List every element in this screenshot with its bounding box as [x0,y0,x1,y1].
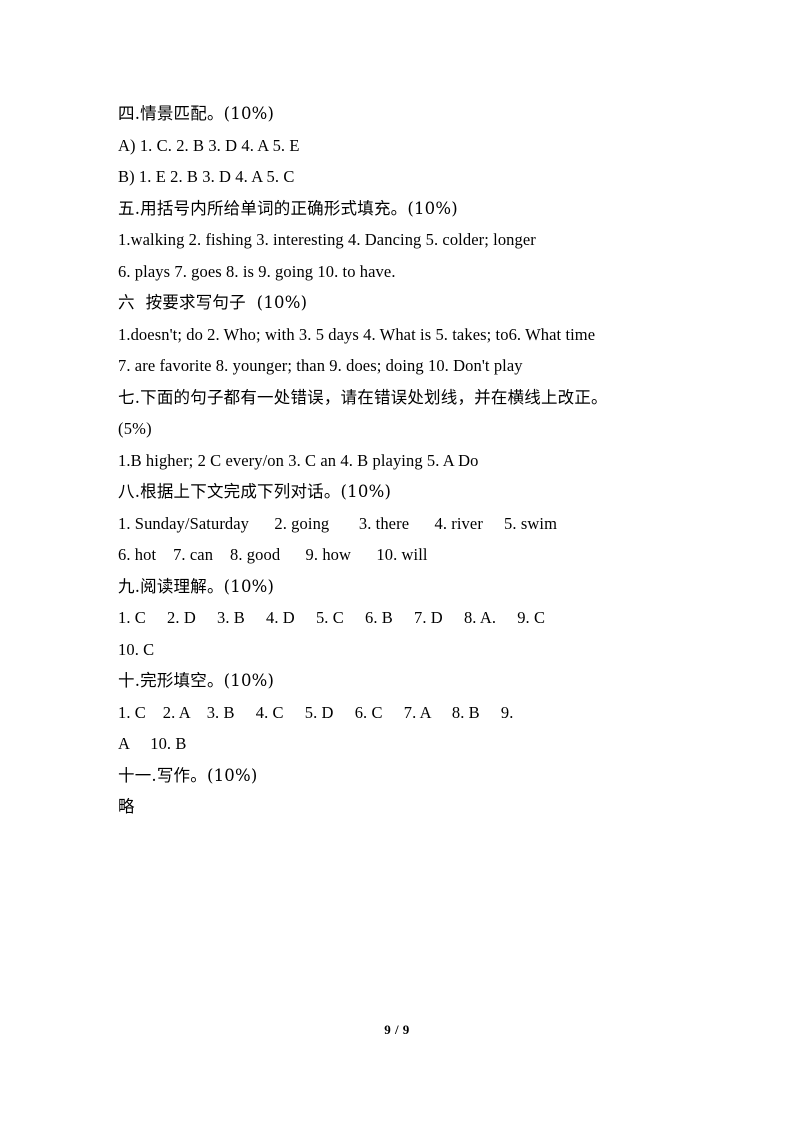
section-4-answer-line-1: A) 1. C. 2. B 3. D 4. A 5. E [118,135,300,155]
answer-key-body: 四.情景匹配。(10%) A) 1. C. 2. B 3. D 4. A 5. … [118,98,698,823]
section-4-answer-line-2: B) 1. E 2. B 3. D 4. A 5. C [118,167,295,186]
section-9-answer-line-1: 1. C 2. D 3. B 4. D 5. C 6. B 7. D 8. A.… [118,608,546,627]
section-11-answer-line-1: 略 [118,797,135,816]
section-10-answer-line-2: A 10. B [118,734,187,753]
section-7: 七.下面的句子都有一处错误，请在错误处划线，并在横线上改正。 (5%) 1.B … [118,382,698,477]
section-7-heading-continuation: (5%) [118,419,152,438]
section-6-answer-line-2: 7. are favorite 8. younger; than 9. does… [118,356,523,375]
section-9-answer-line-2: 10. C [118,639,155,659]
section-5-answer-line-2: 6. plays 7. goes 8. is 9. going 10. to h… [118,261,396,281]
section-11-heading: 十一.写作。(10%) [118,765,258,785]
section-9-heading: 九.阅读理解。(10%) [118,576,275,596]
section-10-answer-line-1: 1. C 2. A 3. B 4. C 5. D 6. C 7. A 8. B … [118,702,514,722]
section-8-answer-line-2: 6. hot 7. can 8. good 9. how 10. will [118,545,428,564]
section-4-heading: 四.情景匹配。(10%) [118,104,275,123]
section-6-answer-line-1: 1.doesn't; do 2. Who; with 3. 5 days 4. … [118,324,596,344]
section-10-heading: 十.完形填空。(10%) [118,671,275,690]
section-7-answer-line-1: 1.B higher; 2 C every/on 3. C an 4. B pl… [118,450,479,470]
section-5-heading: 五.用括号内所给单词的正确形式填充。(10%) [118,198,458,218]
section-10: 十.完形填空。(10%) 1. C 2. A 3. B 4. C 5. D 6.… [118,665,698,760]
section-8-heading: 八.根据上下文完成下列对话。(10%) [118,482,392,501]
section-9: 九.阅读理解。(10%) 1. C 2. D 3. B 4. D 5. C 6.… [118,571,698,666]
page-number-footer: 9 / 9 [384,1022,410,1037]
section-5-answer-line-1: 1.walking 2. fishing 3. interesting 4. D… [118,230,536,249]
section-5: 五.用括号内所给单词的正确形式填充。(10%) 1.walking 2. fis… [118,193,698,288]
section-6-heading: 六 按要求写句子 (10%) [118,293,308,312]
section-4: 四.情景匹配。(10%) A) 1. C. 2. B 3. D 4. A 5. … [118,98,698,193]
section-6: 六 按要求写句子 (10%) 1.doesn't; do 2. Who; wit… [118,287,698,382]
section-8-answer-line-1: 1. Sunday/Saturday 2. going 3. there 4. … [118,513,557,533]
section-7-heading: 七.下面的句子都有一处错误，请在错误处划线，并在横线上改正。 [118,387,608,407]
section-8: 八.根据上下文完成下列对话。(10%) 1. Sunday/Saturday 2… [118,476,698,571]
section-11: 十一.写作。(10%) 略 [118,760,698,823]
document-page: 四.情景匹配。(10%) A) 1. C. 2. B 3. D 4. A 5. … [0,0,794,1123]
